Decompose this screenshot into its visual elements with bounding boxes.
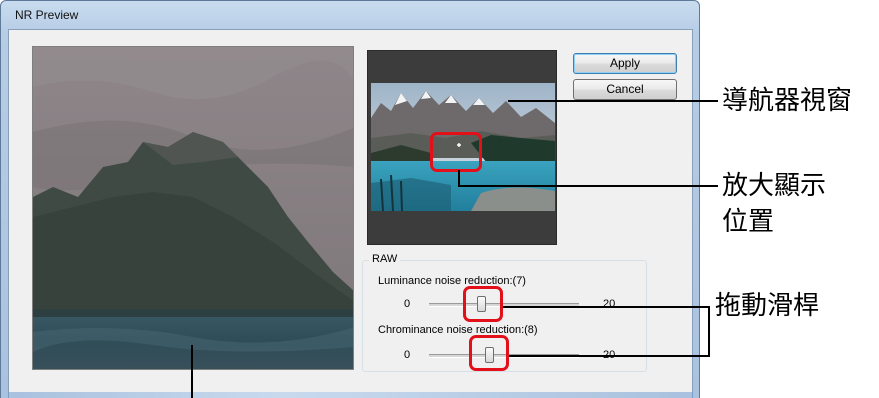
zoomed-preview-graphic: [33, 47, 353, 369]
navigator-callout-text: 導航器視窗: [722, 86, 853, 116]
zoom-position-callout-text-2: 位置: [722, 207, 775, 237]
zoomed-preview-image[interactable]: [32, 46, 354, 370]
drag-slider-callout-bracket: [708, 306, 710, 357]
navigator-callout-line: [508, 100, 718, 102]
zoom-position-callout-stem: [458, 170, 460, 186]
window-title: NR Preview: [15, 8, 79, 22]
navigator-panel[interactable]: [367, 50, 557, 245]
luminance-label: Luminance noise reduction:(7): [378, 275, 526, 287]
chrominance-min-label: 0: [404, 349, 411, 361]
zoom-position-callout-text-1: 放大顯示: [722, 171, 827, 201]
chrominance-slider-thumb[interactable]: [485, 347, 494, 363]
chrominance-label: Chrominance noise reduction:(8): [378, 324, 538, 336]
drag-slider-callout-line-top: [503, 306, 709, 308]
luminance-max-label: 20: [603, 298, 616, 310]
zoom-position-callout-line: [458, 185, 718, 187]
apply-button[interactable]: Apply: [573, 53, 677, 74]
navigator-thumbnail: [371, 83, 555, 211]
window-bottom-border: [8, 392, 693, 398]
drag-slider-callout-line-bottom: [509, 355, 709, 357]
stage: NR Preview Apply Cancel RAW Luminance no…: [0, 0, 879, 398]
dialog-client-area: Apply Cancel RAW Luminance noise reducti…: [8, 29, 693, 398]
luminance-min-label: 0: [404, 298, 411, 310]
cancel-button[interactable]: Cancel: [573, 79, 677, 100]
luminance-slider-thumb[interactable]: [477, 296, 486, 312]
title-bar[interactable]: NR Preview: [1, 1, 699, 27]
raw-group-legend: RAW: [369, 253, 401, 265]
drag-slider-callout-text: 拖動滑桿: [715, 291, 820, 321]
nr-preview-window: NR Preview Apply Cancel RAW Luminance no…: [0, 0, 700, 398]
preview-callout-line: [191, 345, 193, 398]
